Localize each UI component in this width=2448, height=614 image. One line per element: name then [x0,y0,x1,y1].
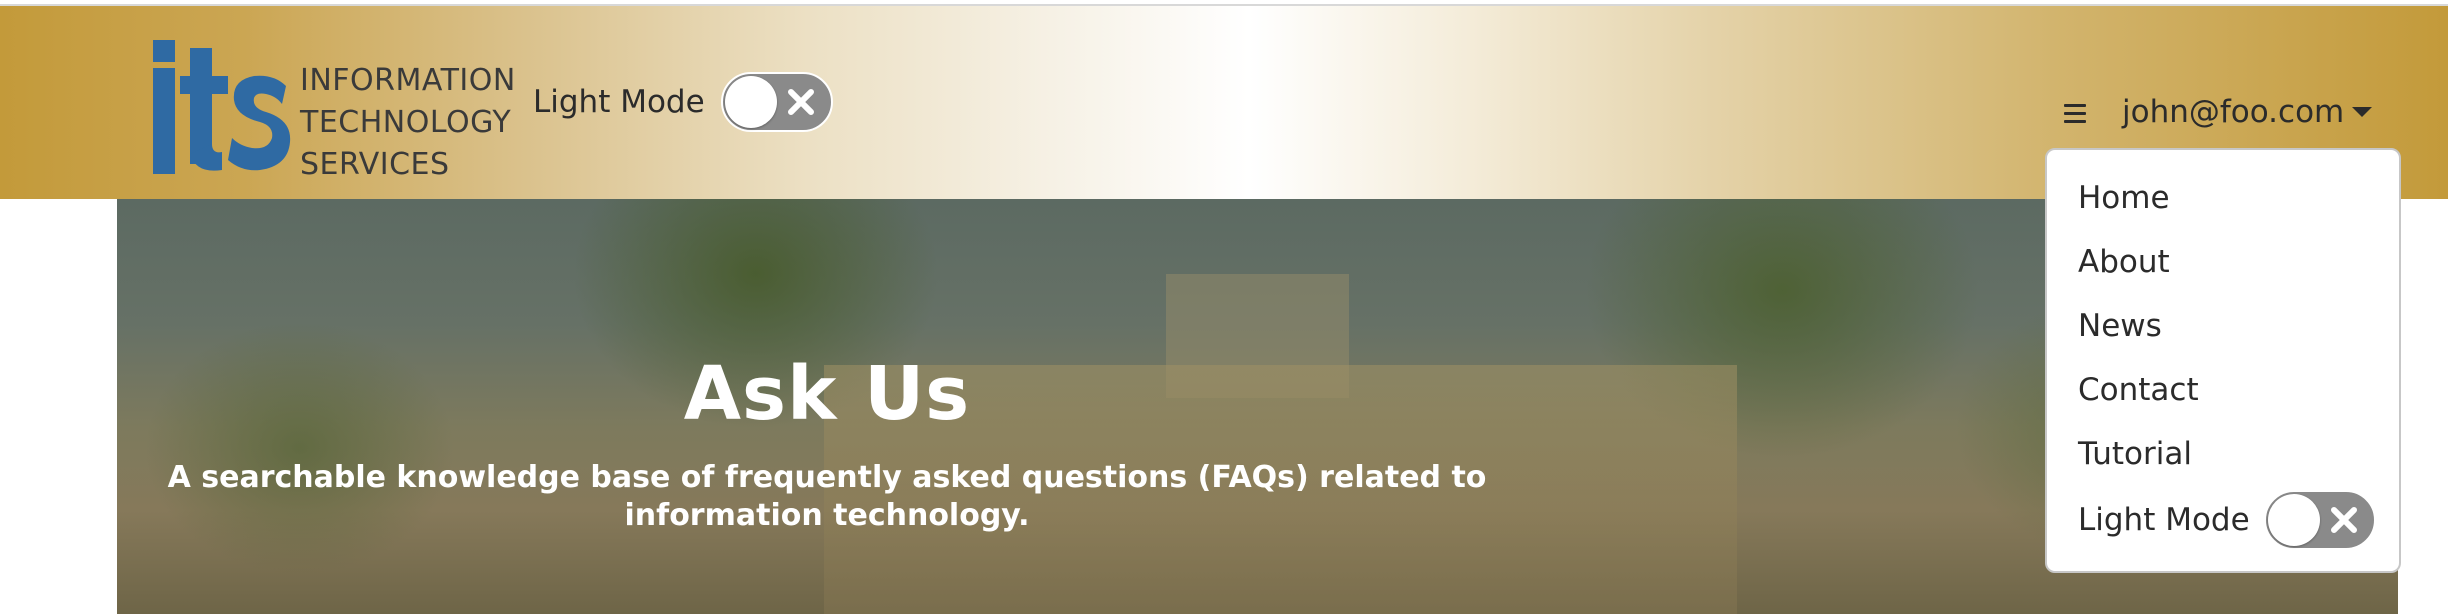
header-theme-toggle: Light Mode [533,72,833,132]
page-subtitle: A searchable knowledge base of frequentl… [167,460,1487,533]
user-menu-toggle[interactable]: john@foo.com [2122,90,2373,134]
logo-line-1: INFORMATION [300,63,516,98]
menu-item-news[interactable]: News [2078,308,2162,344]
dropdown-theme-toggle: Light Mode [2078,490,2376,550]
page-title: Ask Us [683,351,971,437]
close-icon [2330,507,2357,533]
its-logo[interactable]: INFORMATION TECHNOLOGY SERVICES [148,34,515,184]
user-dropdown-menu: Home About News Contact Tutorial Light M… [2045,148,2401,573]
menu-item-about[interactable]: About [2078,244,2170,280]
menu-item-contact[interactable]: Contact [2078,372,2199,408]
menu-item-tutorial[interactable]: Tutorial [2078,436,2192,472]
header-theme-switch[interactable] [720,72,833,132]
logo-text: INFORMATION TECHNOLOGY SERVICES [300,60,516,186]
switch-knob [724,76,777,128]
logo-line-3: SERVICES [300,147,450,182]
its-logo-mark [153,40,291,174]
caret-down-icon [2352,107,2373,117]
dropdown-theme-toggle-label: Light Mode [2078,502,2250,538]
hamburger-icon[interactable] [2064,104,2086,124]
close-icon [787,89,814,115]
switch-knob [2267,494,2320,546]
user-email: john@foo.com [2122,94,2345,130]
header-theme-toggle-label: Light Mode [533,84,705,120]
menu-item-home[interactable]: Home [2078,180,2170,216]
dropdown-theme-switch[interactable] [2263,490,2376,550]
hero-content: Ask Us A searchable knowledge base of fr… [117,351,1537,535]
logo-line-2: TECHNOLOGY [300,105,512,140]
